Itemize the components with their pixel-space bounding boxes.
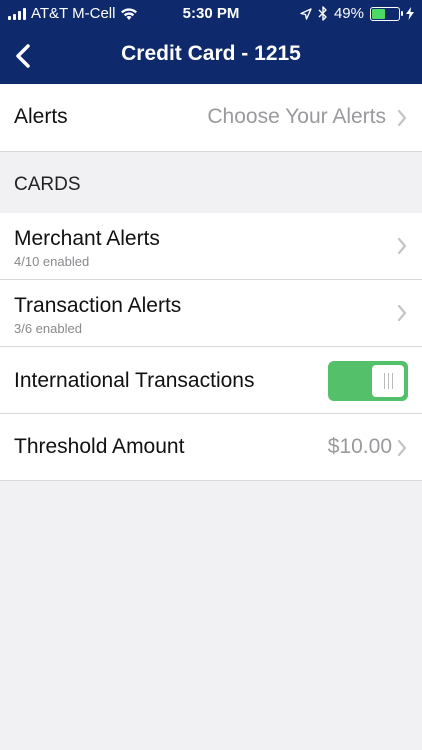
alerts-label: Alerts (14, 105, 68, 128)
transaction-alerts-row[interactable]: Transaction Alerts 3/6 enabled (0, 280, 422, 347)
chevron-right-icon (397, 439, 407, 457)
app-header: AT&T M-Cell 5:30 PM 49% Credit Card - 12… (0, 0, 422, 84)
merchant-alerts-status: 4/10 enabled (14, 254, 90, 269)
section-header-cards: CARDS (14, 174, 81, 195)
alerts-row[interactable]: Alerts Choose Your Alerts (0, 84, 422, 152)
chevron-right-icon (397, 109, 407, 127)
threshold-amount-value: $10.00 (327, 435, 392, 458)
alerts-value: Choose Your Alerts (207, 105, 386, 128)
international-transactions-label: International Transactions (14, 369, 255, 392)
nav-bar: Credit Card - 1215 (0, 32, 422, 80)
battery-percent: 49% (333, 5, 364, 22)
international-transactions-toggle[interactable] (328, 361, 408, 401)
merchant-alerts-label: Merchant Alerts (14, 227, 160, 250)
battery-icon (370, 6, 403, 21)
merchant-alerts-row[interactable]: Merchant Alerts 4/10 enabled (0, 213, 422, 280)
threshold-amount-row[interactable]: Threshold Amount $10.00 (0, 414, 422, 481)
page-title: Credit Card - 1215 (121, 42, 301, 65)
status-bar: AT&T M-Cell 5:30 PM 49% (0, 0, 422, 30)
chevron-right-icon (397, 304, 407, 322)
threshold-amount-label: Threshold Amount (14, 435, 185, 458)
status-bar-right: 49% (300, 5, 414, 22)
chevron-right-icon (397, 237, 407, 255)
charging-bolt-icon (406, 7, 414, 20)
transaction-alerts-status: 3/6 enabled (14, 321, 82, 336)
bluetooth-icon (318, 6, 327, 21)
toggle-knob (372, 365, 404, 397)
battery-fill (372, 8, 385, 19)
transaction-alerts-label: Transaction Alerts (14, 294, 182, 317)
location-arrow-icon (300, 7, 312, 20)
international-transactions-row: International Transactions (0, 347, 422, 414)
